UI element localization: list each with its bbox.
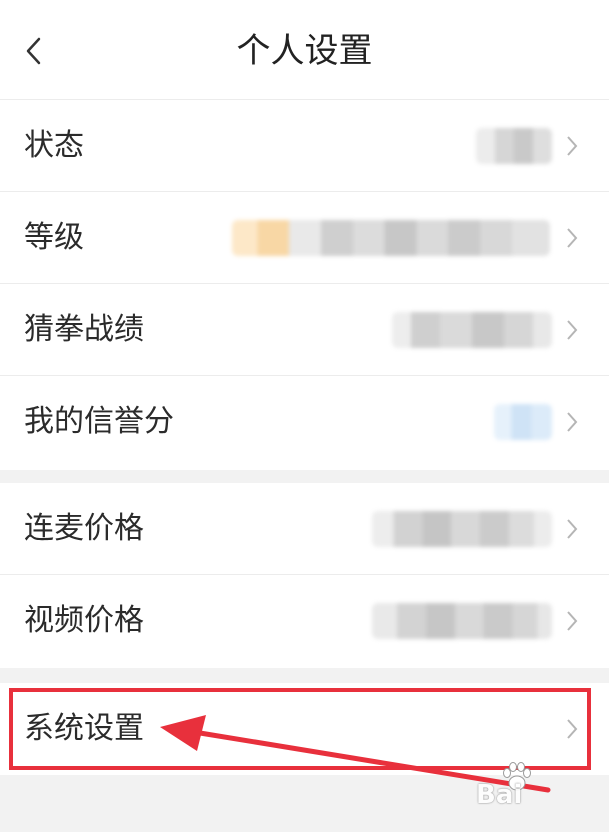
row-rps-record[interactable]: 猜拳战绩 [0,284,609,376]
row-level[interactable]: 等级 [0,192,609,284]
chevron-right-icon [567,228,578,248]
watermark-text: Bai [476,780,523,810]
top-bar: 个人设置 [0,0,609,100]
page-title: 个人设置 [236,31,373,71]
row-label: 连麦价格 [24,511,144,546]
row-label: 系统设置 [24,711,144,746]
settings-group-pricing: 连麦价格 视频价格 [0,483,609,668]
row-label: 状态 [24,128,84,163]
row-mic-price[interactable]: 连麦价格 [0,483,609,575]
redacted-value [372,603,552,639]
chevron-right-icon [567,519,578,539]
redacted-value [476,128,552,164]
row-credit-score[interactable]: 我的信誉分 [0,376,609,468]
row-label: 等级 [24,220,84,255]
settings-group-profile: 状态 等级 猜拳战绩 我的信誉分 [0,100,609,470]
row-label: 我的信誉分 [24,404,174,439]
chevron-right-icon [567,719,578,739]
row-label: 猜拳战绩 [24,312,144,347]
row-status[interactable]: 状态 [0,100,609,192]
row-video-price[interactable]: 视频价格 [0,575,609,667]
chevron-right-icon [567,320,578,340]
redacted-value [494,404,552,440]
chevron-right-icon [567,412,578,432]
chevron-right-icon [567,611,578,631]
redacted-value [232,220,550,256]
redacted-value [372,511,552,547]
redacted-value [392,312,552,348]
chevron-right-icon [567,136,578,156]
row-label: 视频价格 [24,603,144,638]
